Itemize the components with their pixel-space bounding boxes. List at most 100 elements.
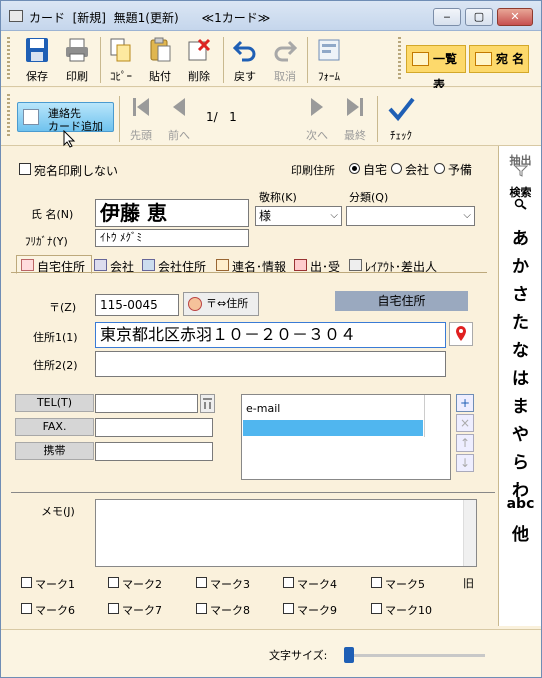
print-button[interactable]: 印刷 [59,35,95,85]
mobile-label: 携帯 [15,442,94,460]
index-ka[interactable]: か [499,252,541,277]
move-down-email-button[interactable]: ↓ [456,454,474,472]
redo-button[interactable]: 取消 [267,35,303,85]
old-marker[interactable]: 旧 [463,575,474,591]
print-address-spare-radio[interactable] [434,163,445,174]
category-select[interactable]: ⌵ [346,206,475,226]
print-address-company-radio[interactable] [391,163,402,174]
index-sa[interactable]: さ [499,280,541,305]
name-label: 氏 名(N) [31,208,74,221]
undo-arrow-icon [233,40,256,62]
index-ta[interactable]: た [499,308,541,333]
email-list-header: e-mail [246,402,281,415]
maximize-button[interactable]: ▢ [465,8,493,26]
last-record-button[interactable]: 最終 [335,96,375,142]
email-list[interactable]: e-mail [241,394,451,480]
print-address-company-label: 会社 [405,163,430,177]
mark2-checkbox[interactable]: マーク2 [108,576,162,592]
minimize-button[interactable]: ‒ [433,8,461,26]
category-label: 分類(Q) [349,191,389,204]
app-icon [9,10,23,22]
tel-input[interactable] [95,394,198,413]
list-view-button[interactable]: 一覧表 [406,45,466,92]
delete-button[interactable]: 削除 [181,35,217,85]
toolbar-grip[interactable] [398,37,401,81]
index-other[interactable]: 他 [499,520,541,545]
address2-input[interactable] [95,351,446,377]
honorific-select[interactable]: 様 ⌵ [255,206,342,226]
previous-label: 前へ [168,129,190,142]
font-size-slider-thumb[interactable] [344,647,354,663]
address1-input[interactable]: 東京都北区赤羽１０－２０－３０４ [95,322,446,348]
card-window: カード [新規] 無題1(更新) ≪1カード≫ ‒ ▢ ✕ 保存 印刷 ｺﾋﾟｰ… [0,0,542,678]
zip-to-address-button[interactable]: 〒⇔住所 [183,292,259,316]
memo-scrollbar[interactable] [463,500,476,566]
font-size-label: 文字サイズ: [269,649,328,662]
address-label-button[interactable]: 宛 名 [469,45,529,73]
first-record-button[interactable]: 先頭 [121,96,161,142]
index-abc[interactable]: abc [499,496,541,512]
index-na[interactable]: な [499,336,541,361]
index-a[interactable]: あ [499,224,541,249]
save-button[interactable]: 保存 [19,35,55,85]
copy-button[interactable]: ｺﾋﾟｰ [103,35,139,85]
name-input[interactable]: 伊藤 恵 [95,199,249,227]
map-button[interactable] [449,322,473,346]
mark6-checkbox[interactable]: マーク6 [21,602,75,618]
furigana-input[interactable]: ｲﾄｳ ﾒｸﾞﾐ [95,229,249,247]
title-bar: カード [新規] 無題1(更新) ≪1カード≫ ‒ ▢ ✕ [1,1,541,31]
print-address-home-label: 自宅 [363,163,388,177]
zip-label: 〒(Z) [49,301,77,314]
map-pin-icon [456,326,466,341]
index-sidebar: 抽出 検索 あ か さ た な は ま や ら わ abc 他 [498,146,541,626]
next-record-button[interactable]: 次へ [297,96,337,142]
tel-label: TEL(T) [15,394,94,412]
mail-icon [294,259,307,271]
close-button[interactable]: ✕ [497,8,533,26]
chevron-down-icon: ⌵ [463,210,471,221]
check-button[interactable]: ﾁｪｯｸ [381,96,421,142]
toolbar-separator [119,96,120,142]
move-up-email-button[interactable]: ↑ [456,434,474,452]
no-address-print-checkbox[interactable] [19,163,31,175]
print-address-home-radio[interactable] [349,163,360,174]
mark9-checkbox[interactable]: マーク9 [283,602,337,618]
paste-icon [150,37,171,62]
zip-input[interactable]: 115-0045 [95,294,179,316]
fax-input[interactable] [95,418,213,437]
mark4-checkbox[interactable]: マーク4 [283,576,337,592]
previous-record-button[interactable]: 前へ [159,96,199,142]
email-selected-row[interactable] [243,420,423,436]
honorific-value: 様 [259,209,272,223]
print-address-spare-label: 予備 [448,163,473,177]
mark5-checkbox[interactable]: マーク5 [371,576,425,592]
tel-options-button[interactable] [200,394,215,413]
paste-button[interactable]: 貼付 [142,35,178,85]
add-contact-card-button[interactable]: 連絡先 カード追加 [17,102,114,133]
fax-label: FAX. [15,418,94,436]
index-ra[interactable]: ら [499,448,541,473]
next-label: 次へ [306,129,328,142]
mark7-checkbox[interactable]: マーク7 [108,602,162,618]
index-ya[interactable]: や [499,420,541,445]
index-ma[interactable]: ま [499,392,541,417]
mobile-input[interactable] [95,442,213,461]
index-ha[interactable]: は [499,364,541,389]
toolbar-grip[interactable] [7,37,10,81]
footer-bar: 文字サイズ: [1,629,541,677]
mark3-checkbox[interactable]: マーク3 [196,576,250,592]
mark1-checkbox[interactable]: マーク1 [21,576,75,592]
mark8-checkbox[interactable]: マーク8 [196,602,250,618]
font-size-slider-track[interactable] [345,654,485,657]
add-email-button[interactable]: + [456,394,474,412]
form-button[interactable]: ﾌｫｰﾑ [311,35,347,85]
remove-email-button[interactable]: × [456,414,474,432]
tel-options-icon [203,398,212,409]
next-arrow-icon [311,98,323,116]
memo-textarea[interactable] [95,499,477,567]
form-layout-icon [318,39,340,61]
undo-button[interactable]: 戻す [227,35,263,85]
mark10-checkbox[interactable]: マーク10 [371,602,432,618]
main-toolbar: 保存 印刷 ｺﾋﾟｰ 貼付 削除 戻す 取消 ﾌｫｰﾑ 一覧表 宛 名 [1,31,541,92]
toolbar-grip[interactable] [7,94,10,138]
